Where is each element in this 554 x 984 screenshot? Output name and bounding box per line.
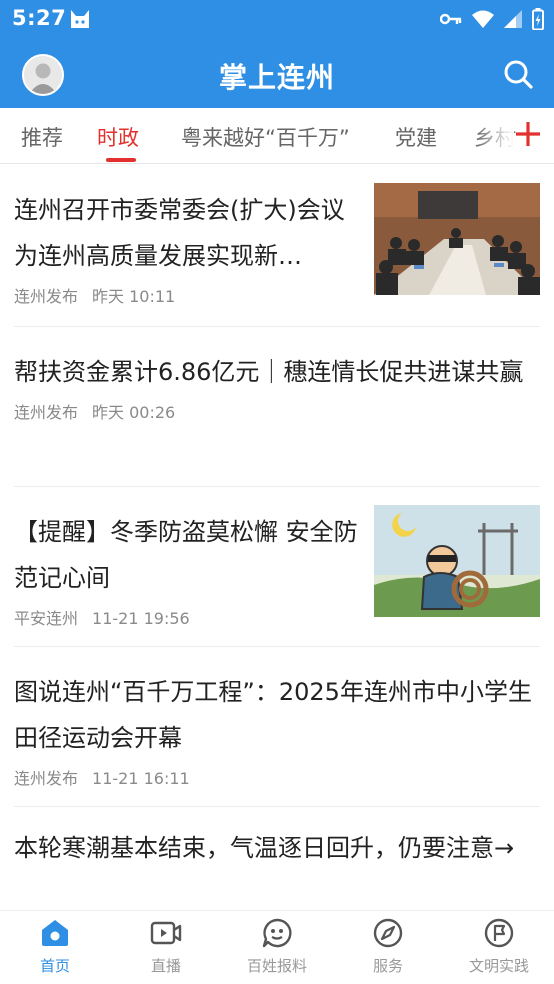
status-time: 5:27 xyxy=(12,6,67,30)
news-item[interactable]: 帮扶资金累计6.86亿元｜穗连情长促共进谋共赢 连州发布 昨天 00:26 xyxy=(14,327,540,487)
nav-label: 百姓报料 xyxy=(246,957,307,975)
home-icon xyxy=(42,920,68,946)
nav-service[interactable]: 服务 xyxy=(333,911,443,984)
meeting-photo-icon xyxy=(374,183,540,295)
wifi-icon xyxy=(472,10,494,28)
nav-civilization[interactable]: 文明实践 xyxy=(444,911,554,984)
battery-icon xyxy=(532,8,544,30)
tab-fade xyxy=(474,108,514,163)
nav-label: 直播 xyxy=(150,957,181,975)
search-icon[interactable] xyxy=(502,58,534,90)
news-item[interactable]: 【提醒】冬季防盗莫松懈 安全防范记心间 平安连州 11-21 19:56 xyxy=(14,487,540,647)
video-icon xyxy=(150,921,182,945)
news-source: 平安连州 xyxy=(14,609,79,628)
active-tab-indicator xyxy=(106,158,136,162)
tab-party-building[interactable]: 党建 xyxy=(395,122,437,152)
thief-cartoon-icon xyxy=(374,505,540,617)
flag-circle-icon xyxy=(484,918,514,948)
status-bar: 5:27 xyxy=(0,0,554,38)
status-icons xyxy=(440,8,544,30)
tab-baiqianwan[interactable]: 粤来越好“百千万” xyxy=(181,122,350,152)
news-title: 连州召开市委常委会(扩大)会议 为连州高质量发展实现新… xyxy=(14,196,345,270)
add-channel-icon[interactable] xyxy=(514,120,542,148)
news-item[interactable]: 连州召开市委常委会(扩大)会议 为连州高质量发展实现新… 连州发布 昨天 10:1… xyxy=(14,165,540,327)
news-source: 连州发布 xyxy=(14,287,79,306)
nav-label: 文明实践 xyxy=(468,957,529,975)
tab-politics[interactable]: 时政 xyxy=(97,122,139,152)
cat-notification-icon xyxy=(71,10,89,28)
channel-tabs: 推荐 时政 粤来越好“百千万” 党建 乡村 xyxy=(0,108,554,164)
news-time: 昨天 00:26 xyxy=(92,403,176,422)
chat-bubble-icon xyxy=(262,918,292,948)
nav-home[interactable]: 首页 xyxy=(0,911,110,984)
news-title: 本轮寒潮基本结束，气温逐日回升，仍要注意→ xyxy=(14,834,515,862)
news-item[interactable]: 图说连州“百千万工程”：2025年连州市中小学生田径运动会开幕 连州发布 11-2… xyxy=(14,647,540,807)
news-source: 连州发布 xyxy=(14,769,79,788)
nav-report[interactable]: 百姓报料 xyxy=(222,911,332,984)
news-source: 连州发布 xyxy=(14,403,79,422)
bottom-nav: 首页 直播 百姓报料 服务 文明实践 xyxy=(0,910,554,984)
news-title: 【提醒】冬季防盗莫松懈 安全防范记心间 xyxy=(14,518,358,592)
app-header: 掌上连州 xyxy=(0,42,554,108)
news-thumbnail xyxy=(374,505,540,617)
news-title: 图说连州“百千万工程”：2025年连州市中小学生田径运动会开幕 xyxy=(14,678,532,752)
signal-icon xyxy=(504,10,522,28)
app-title: 掌上连州 xyxy=(218,61,335,94)
news-feed: 连州召开市委常委会(扩大)会议 为连州高质量发展实现新… 连州发布 昨天 10:1… xyxy=(0,165,554,910)
compass-icon xyxy=(373,918,403,948)
nav-live[interactable]: 直播 xyxy=(111,911,221,984)
nav-label: 首页 xyxy=(39,957,70,975)
news-time: 11-21 19:56 xyxy=(92,609,190,628)
vpn-key-icon xyxy=(440,13,462,25)
news-time: 11-21 16:11 xyxy=(92,769,190,788)
news-time: 昨天 10:11 xyxy=(92,287,176,306)
nav-label: 服务 xyxy=(372,957,403,975)
news-title: 帮扶资金累计6.86亿元｜穗连情长促共进谋共赢 xyxy=(14,358,524,386)
tab-recommend[interactable]: 推荐 xyxy=(21,122,63,152)
news-item[interactable]: 本轮寒潮基本结束，气温逐日回升，仍要注意→ xyxy=(14,807,540,910)
top-bar: 5:27 掌上连州 xyxy=(0,0,554,108)
news-thumbnail xyxy=(374,183,540,295)
